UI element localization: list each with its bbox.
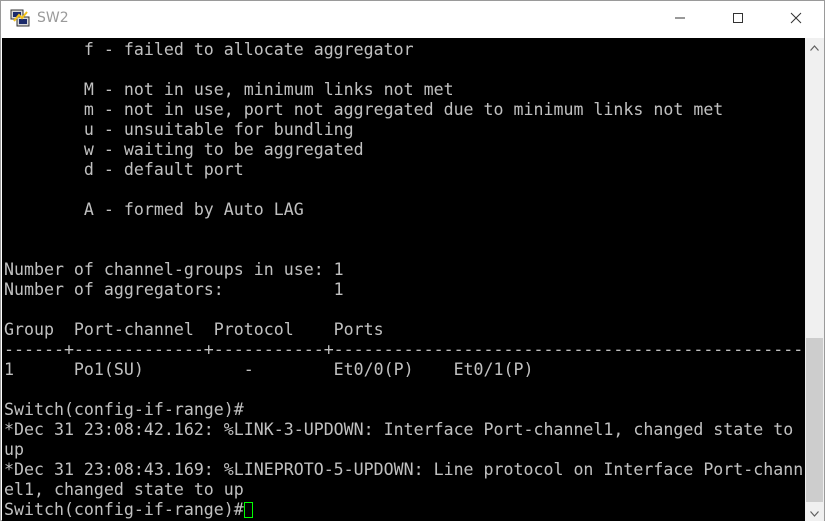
terminal-line: *Dec 31 23:08:43.169: %LINEPROTO-5-UPDOW… bbox=[4, 460, 804, 479]
terminal-line: u - unsuitable for bundling bbox=[4, 120, 354, 139]
terminal-line: A - formed by Auto LAG bbox=[4, 200, 304, 219]
terminal-output[interactable]: f - failed to allocate aggregator M - no… bbox=[2, 38, 805, 521]
terminal-line: up bbox=[4, 440, 24, 459]
terminal-window: SW2 f - failed to allocate aggregator M … bbox=[0, 0, 825, 521]
terminal-line: w - waiting to be aggregated bbox=[4, 140, 364, 159]
terminal-line: Switch(config-if-range)# bbox=[4, 500, 253, 520]
scroll-up-arrow-icon bbox=[810, 38, 819, 56]
terminal-line: 1 Po1(SU) - Et0/0(P) Et0/1(P) bbox=[4, 360, 534, 379]
minimize-icon bbox=[674, 11, 686, 29]
terminal-line: el1, changed state to up bbox=[4, 480, 244, 499]
scroll-up-button[interactable] bbox=[805, 38, 824, 55]
putty-icon[interactable] bbox=[10, 9, 30, 27]
vertical-scrollbar[interactable] bbox=[805, 38, 824, 521]
terminal-line: Group Port-channel Protocol Ports bbox=[4, 320, 384, 339]
terminal-line: m - not in use, port not aggregated due … bbox=[4, 100, 724, 119]
maximize-icon bbox=[732, 11, 744, 29]
terminal-line: Number of aggregators: 1 bbox=[4, 280, 344, 299]
minimize-button[interactable] bbox=[651, 1, 709, 38]
terminal-line: Switch(config-if-range)# bbox=[4, 400, 244, 419]
close-button[interactable] bbox=[767, 1, 825, 38]
terminal-line: M - not in use, minimum links not met bbox=[4, 80, 454, 99]
terminal-line: Number of channel-groups in use: 1 bbox=[4, 260, 344, 279]
scroll-down-arrow-icon bbox=[810, 504, 819, 522]
scrollbar-thumb[interactable] bbox=[806, 338, 823, 502]
window-title: SW2 bbox=[37, 10, 69, 26]
close-icon bbox=[790, 11, 802, 29]
terminal-cursor bbox=[243, 502, 253, 518]
title-bar[interactable]: SW2 bbox=[1, 1, 824, 38]
terminal-line: ------+-------------+-----------+-------… bbox=[4, 340, 804, 359]
terminal-line: *Dec 31 23:08:42.162: %LINK-3-UPDOWN: In… bbox=[4, 420, 794, 439]
maximize-button[interactable] bbox=[709, 1, 767, 38]
terminal-line: d - default port bbox=[4, 160, 244, 179]
terminal-line: f - failed to allocate aggregator bbox=[4, 40, 414, 59]
scroll-down-button[interactable] bbox=[805, 504, 824, 521]
